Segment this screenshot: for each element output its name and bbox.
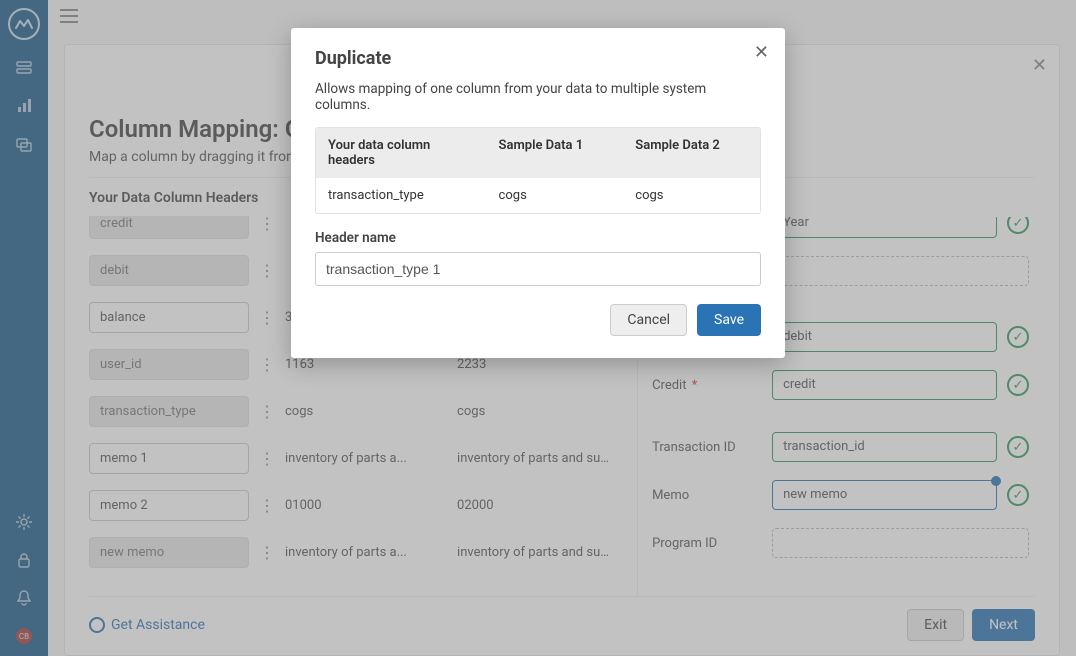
modal-cancel-button[interactable]: Cancel [610,304,687,336]
modal-td-header: transaction_type [316,178,487,213]
modal-overlay: ✕ Duplicate Allows mapping of one column… [0,0,1076,656]
modal-td-sample1: cogs [487,178,624,213]
modal-th-header: Your data column headers [316,128,487,178]
modal-th-sample2: Sample Data 2 [623,128,760,178]
header-name-label: Header name [315,230,761,246]
modal-title: Duplicate [315,48,761,69]
modal-save-button[interactable]: Save [697,304,761,336]
modal-description: Allows mapping of one column from your d… [315,81,761,113]
header-name-input[interactable] [315,252,761,286]
modal-close-icon[interactable]: ✕ [754,42,769,63]
modal-th-sample1: Sample Data 1 [487,128,624,178]
modal-sample-table: Your data column headers Sample Data 1 S… [315,127,761,214]
duplicate-modal: ✕ Duplicate Allows mapping of one column… [291,28,785,358]
modal-td-sample2: cogs [623,178,760,213]
